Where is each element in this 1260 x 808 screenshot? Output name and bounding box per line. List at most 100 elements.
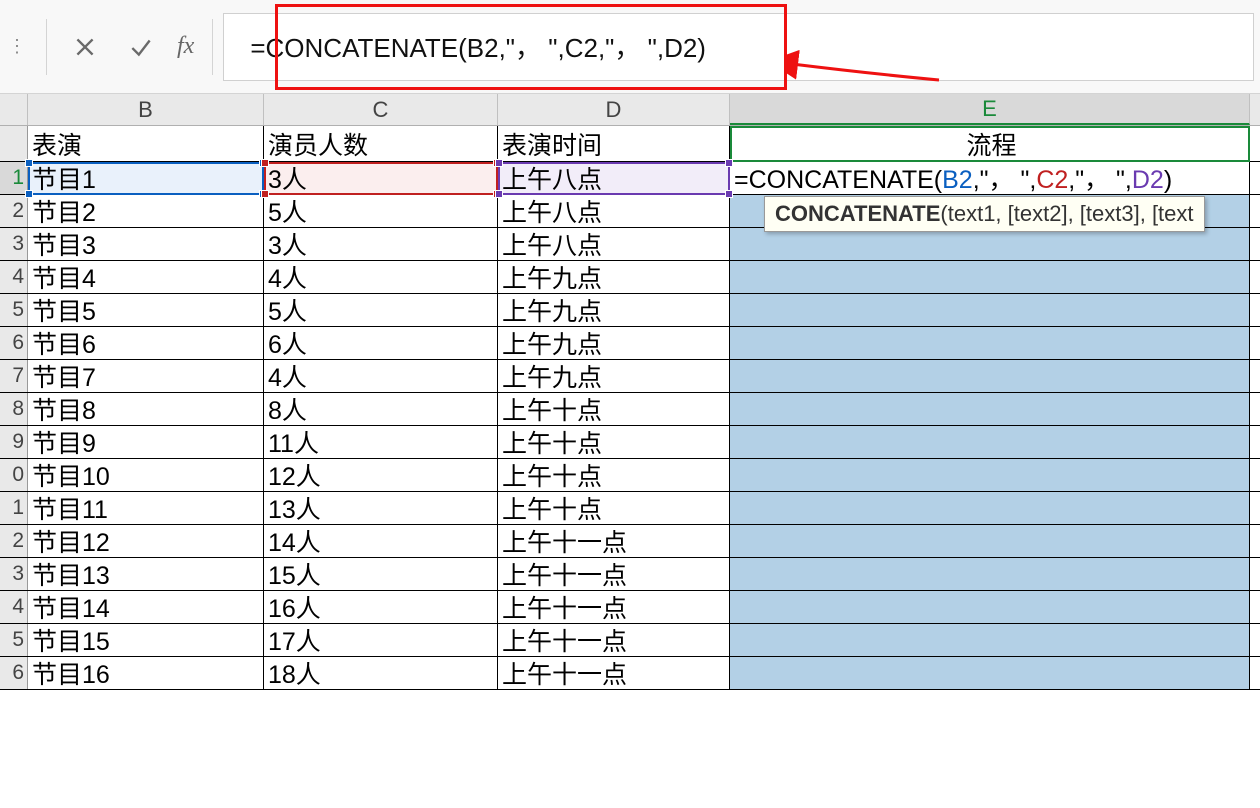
cell[interactable] [730,459,1250,491]
row-header[interactable]: 3 [0,228,28,260]
cell[interactable] [730,327,1250,359]
cell[interactable]: 节目4 [28,261,264,293]
col-header-D[interactable]: D [498,94,730,125]
cell[interactable]: 5人 [264,294,498,326]
cell[interactable] [730,360,1250,392]
cell[interactable]: 上午十点 [498,459,730,491]
cell[interactable]: 15人 [264,558,498,590]
cancel-button[interactable] [57,19,113,75]
cell[interactable]: 上午十点 [498,393,730,425]
cell[interactable]: 节目6 [28,327,264,359]
col-header-C[interactable]: C [264,94,498,125]
cell[interactable]: 上午十一点 [498,657,730,689]
cell[interactable]: 节目12 [28,525,264,557]
cell[interactable]: 表演时间 [498,126,730,161]
cell[interactable]: 节目3 [28,228,264,260]
cell[interactable]: 上午八点 [498,162,730,194]
cell[interactable]: 11人 [264,426,498,458]
row-header[interactable]: 6 [0,657,28,689]
cell[interactable] [730,657,1250,689]
separator [212,19,213,75]
cell[interactable]: 节目1 [28,162,264,194]
cell[interactable]: 上午十点 [498,426,730,458]
cell[interactable] [730,558,1250,590]
cell[interactable]: 上午十一点 [498,591,730,623]
cell[interactable]: 上午九点 [498,327,730,359]
cell[interactable]: 流程 [730,126,1250,161]
row-header[interactable]: 1 [0,492,28,524]
cell[interactable]: 18人 [264,657,498,689]
cell[interactable] [730,261,1250,293]
cell[interactable] [730,492,1250,524]
cell[interactable]: 上午九点 [498,360,730,392]
spreadsheet-grid[interactable]: 表演 演员人数 表演时间 流程 1节目13人上午八点=CONCATENATE(B… [0,126,1260,690]
cell[interactable]: 8人 [264,393,498,425]
row-header[interactable] [0,126,28,161]
cell[interactable]: 节目5 [28,294,264,326]
cell[interactable]: 4人 [264,261,498,293]
col-header-E[interactable]: E [730,94,1250,125]
cell[interactable]: 3人 [264,162,498,194]
active-cell[interactable]: =CONCATENATE(B2,"， ",C2,"， ",D2) [730,162,1250,194]
table-row: 2节目1214人上午十一点 [0,525,1260,558]
cell[interactable] [730,426,1250,458]
cell[interactable]: 上午九点 [498,294,730,326]
cell[interactable]: 节目10 [28,459,264,491]
cell[interactable] [730,591,1250,623]
row-header[interactable]: 1 [0,162,28,194]
cell[interactable]: 上午十一点 [498,558,730,590]
cell[interactable]: 节目8 [28,393,264,425]
cell[interactable]: 5人 [264,195,498,227]
row-header[interactable]: 8 [0,393,28,425]
row-header[interactable]: 5 [0,294,28,326]
cell[interactable]: 演员人数 [264,126,498,161]
cell[interactable]: 3人 [264,228,498,260]
cell[interactable]: 13人 [264,492,498,524]
row-header[interactable]: 4 [0,261,28,293]
row-header[interactable]: 4 [0,591,28,623]
cell[interactable]: 6人 [264,327,498,359]
cell[interactable]: 节目16 [28,657,264,689]
cell[interactable]: 表演 [28,126,264,161]
table-row: 1节目13人上午八点=CONCATENATE(B2,"， ",C2,"， ",D… [0,162,1260,195]
cell[interactable]: 上午八点 [498,195,730,227]
confirm-button[interactable] [113,19,169,75]
cell[interactable]: 4人 [264,360,498,392]
row-header[interactable]: 2 [0,525,28,557]
cell[interactable]: 12人 [264,459,498,491]
cell[interactable]: 节目13 [28,558,264,590]
cell[interactable]: 上午十点 [498,492,730,524]
cell[interactable] [730,228,1250,260]
table-row: 5节目55人上午九点 [0,294,1260,327]
cell[interactable] [730,393,1250,425]
cell[interactable] [730,525,1250,557]
row-header[interactable]: 5 [0,624,28,656]
cell[interactable]: 17人 [264,624,498,656]
cell[interactable]: 上午八点 [498,228,730,260]
drag-handle-icon[interactable]: ⋮ [0,33,36,61]
fx-label[interactable]: fx [169,33,202,60]
row-header[interactable]: 9 [0,426,28,458]
cell[interactable]: 上午十一点 [498,624,730,656]
cell[interactable]: 上午九点 [498,261,730,293]
cell[interactable]: 16人 [264,591,498,623]
cell[interactable]: 上午十一点 [498,525,730,557]
cell[interactable]: 节目2 [28,195,264,227]
cell[interactable]: 节目11 [28,492,264,524]
formula-input[interactable]: =CONCATENATE(B2,"， ",C2,"， ",D2) [223,13,1254,81]
row-header[interactable]: 7 [0,360,28,392]
corner-cell[interactable] [0,94,28,125]
cell[interactable]: 节目9 [28,426,264,458]
row-header[interactable]: 6 [0,327,28,359]
cell[interactable]: 节目7 [28,360,264,392]
col-header-B[interactable]: B [28,94,264,125]
row-header[interactable]: 0 [0,459,28,491]
cell[interactable]: 节目14 [28,591,264,623]
cell[interactable] [730,624,1250,656]
cell[interactable] [730,294,1250,326]
row-header[interactable]: 3 [0,558,28,590]
cell[interactable]: 节目15 [28,624,264,656]
cell[interactable]: 14人 [264,525,498,557]
table-row: 8节目88人上午十点 [0,393,1260,426]
row-header[interactable]: 2 [0,195,28,227]
